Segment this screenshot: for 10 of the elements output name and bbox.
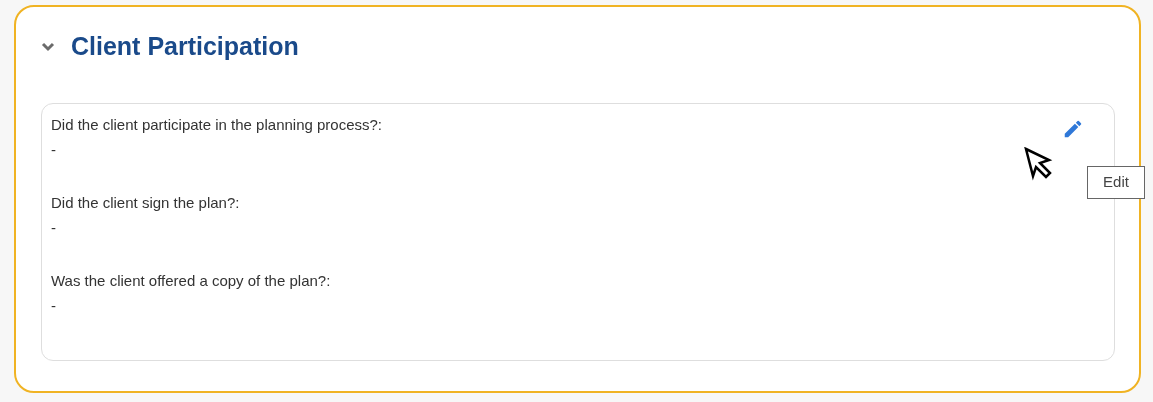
pencil-icon <box>1062 118 1084 140</box>
section-title: Client Participation <box>71 31 299 63</box>
field-value: - <box>51 218 56 238</box>
field-label: Did the client sign the plan?: <box>51 193 240 213</box>
field-label: Was the client offered a copy of the plan?: <box>51 271 331 291</box>
field-label: Did the client participate in the planning process?: <box>51 115 383 135</box>
tooltip: Edit <box>1087 166 1145 199</box>
field-value: - <box>51 140 56 160</box>
chevron-icon[interactable] <box>41 42 55 52</box>
field-value: - <box>51 296 56 316</box>
